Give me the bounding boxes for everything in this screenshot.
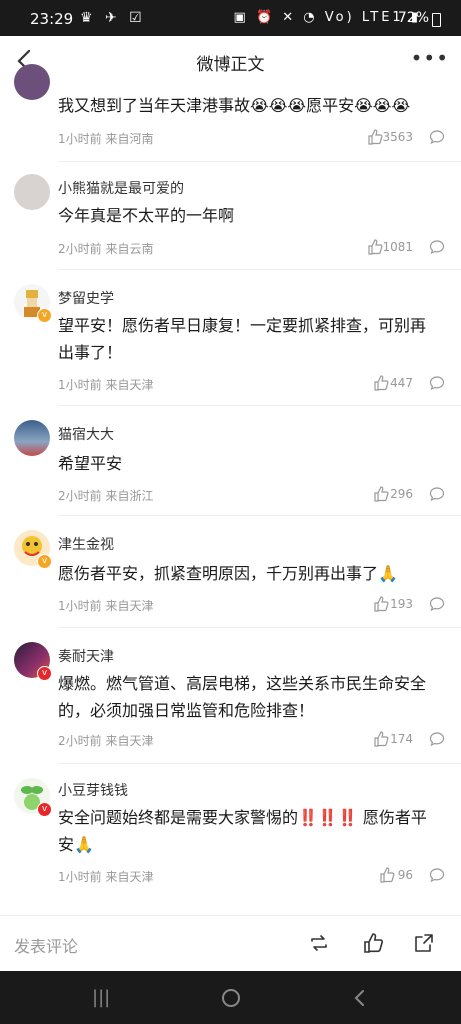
comment-text: 希望平安	[58, 454, 123, 473]
comment-meta: 1小时前 来自天津	[58, 378, 154, 392]
like-icon[interactable]	[373, 375, 389, 391]
comment-meta: 1小时前 来自天津	[58, 870, 154, 884]
comment-username[interactable]: 奏耐天津	[58, 646, 114, 666]
reply-icon[interactable]	[429, 239, 445, 255]
comment-meta: 2小时前 来自天津	[58, 734, 154, 748]
comment-text: 爆燃。燃气管道、高层电梯，这些关系市民生命安全的，必须加强日常监管和危险排查！	[58, 674, 427, 720]
like-count: 174	[390, 732, 413, 746]
avatar[interactable]	[14, 174, 50, 210]
comment-item: 我又想到了当年天津港事故😭😭😭愿平安😭😭😭 1小时前 来自河南 3563	[0, 64, 461, 162]
comment-meta: 2小时前 来自浙江	[58, 489, 154, 503]
like-icon[interactable]	[373, 486, 389, 502]
system-icons: ▣ ⏰ ✕ ◔ Vo) LTE1 ▮	[233, 10, 421, 25]
comment-text: 望平安！愿伤者早日康复！一定要抓紧排查，可别再出事了！	[58, 316, 427, 362]
comment-input[interactable]: 发表评论	[14, 933, 78, 957]
back-icon[interactable]	[352, 988, 368, 1008]
reply-icon[interactable]	[429, 596, 445, 612]
battery-icon	[432, 13, 441, 27]
page-title: 微博正文	[196, 55, 265, 75]
reply-icon[interactable]	[429, 375, 445, 391]
comment-text: 今年真是不太平的一年啊	[58, 206, 235, 225]
verified-badge-icon: v	[37, 666, 52, 681]
like-count: 193	[390, 597, 413, 611]
comment-item: v 津生金视 愿伤者平安，抓紧查明原因，千万别再出事了🙏 1小时前 来自天津 1…	[0, 516, 461, 628]
share-icon[interactable]	[413, 932, 435, 954]
like-icon[interactable]	[373, 596, 389, 612]
like-icon[interactable]	[367, 239, 383, 255]
comment-text: 愿伤者平安，抓紧查明原因，千万别再出事了🙏	[58, 564, 398, 583]
like-icon[interactable]	[367, 129, 383, 145]
comment-username[interactable]: 津生金视	[58, 534, 114, 554]
home-icon[interactable]	[220, 987, 242, 1009]
status-time: 23:29	[30, 10, 74, 28]
system-nav-bar: |||	[0, 971, 461, 1024]
battery-level: 72%	[397, 10, 429, 26]
comment-item: v 梦留史学 望平安！愿伤者早日康复！一定要抓紧排查，可别再出事了！ 1小时前 …	[0, 270, 461, 406]
comment-meta: 2小时前 来自云南	[58, 242, 154, 256]
repost-icon[interactable]	[308, 932, 330, 954]
like-count: 3563	[382, 130, 413, 144]
comment-username[interactable]: 小豆芽钱钱	[58, 780, 128, 800]
like-count: 1081	[382, 240, 413, 254]
reply-icon[interactable]	[429, 867, 445, 883]
reply-icon[interactable]	[429, 731, 445, 747]
verified-badge-icon: v	[37, 554, 52, 569]
like-icon[interactable]	[362, 932, 384, 954]
comment-item: v 奏耐天津 爆燃。燃气管道、高层电梯，这些关系市民生命安全的，必须加强日常监管…	[0, 628, 461, 764]
bottom-action-bar: 发表评论	[0, 915, 461, 972]
comment-text: 我又想到了当年天津港事故😭😭😭愿平安😭😭😭	[58, 96, 411, 115]
comment-meta: 1小时前 来自河南	[58, 132, 154, 146]
comment-item: 小熊猫就是最可爱的 今年真是不太平的一年啊 2小时前 来自云南 1081	[0, 162, 461, 270]
comment-text: 安全问题始终都是需要大家警惕的‼️‼️‼️ 愿伤者平安🙏	[58, 808, 427, 854]
like-count: 447	[390, 376, 413, 390]
like-count: 96	[397, 868, 413, 882]
verified-badge-icon: v	[37, 802, 52, 817]
comment-username[interactable]: 梦留史学	[58, 288, 114, 308]
comment-username[interactable]: 猫宿大大	[58, 424, 114, 444]
more-options-icon[interactable]: •••	[411, 46, 449, 70]
like-icon[interactable]	[373, 731, 389, 747]
status-bar: 23:29 ♛ ✈ ☑ ▣ ⏰ ✕ ◔ Vo) LTE1 ▮ 72%	[0, 0, 461, 36]
notification-icons: ♛ ✈ ☑	[80, 10, 146, 26]
reply-icon[interactable]	[429, 129, 445, 145]
avatar[interactable]	[14, 420, 50, 456]
like-count: 296	[390, 487, 413, 501]
like-icon[interactable]	[379, 867, 395, 883]
comment-username[interactable]: 小熊猫就是最可爱的	[58, 178, 184, 198]
comment-item: 猫宿大大 希望平安 2小时前 来自浙江 296	[0, 406, 461, 516]
avatar[interactable]	[14, 64, 50, 100]
verified-badge-icon: v	[37, 308, 52, 323]
header-bar: 微博正文 •••	[0, 36, 461, 88]
comment-item: v 小豆芽钱钱 安全问题始终都是需要大家警惕的‼️‼️‼️ 愿伤者平安🙏 1小时…	[0, 764, 461, 900]
comment-meta: 1小时前 来自天津	[58, 599, 154, 613]
reply-icon[interactable]	[429, 486, 445, 502]
recent-apps-icon[interactable]: |||	[92, 987, 110, 1008]
